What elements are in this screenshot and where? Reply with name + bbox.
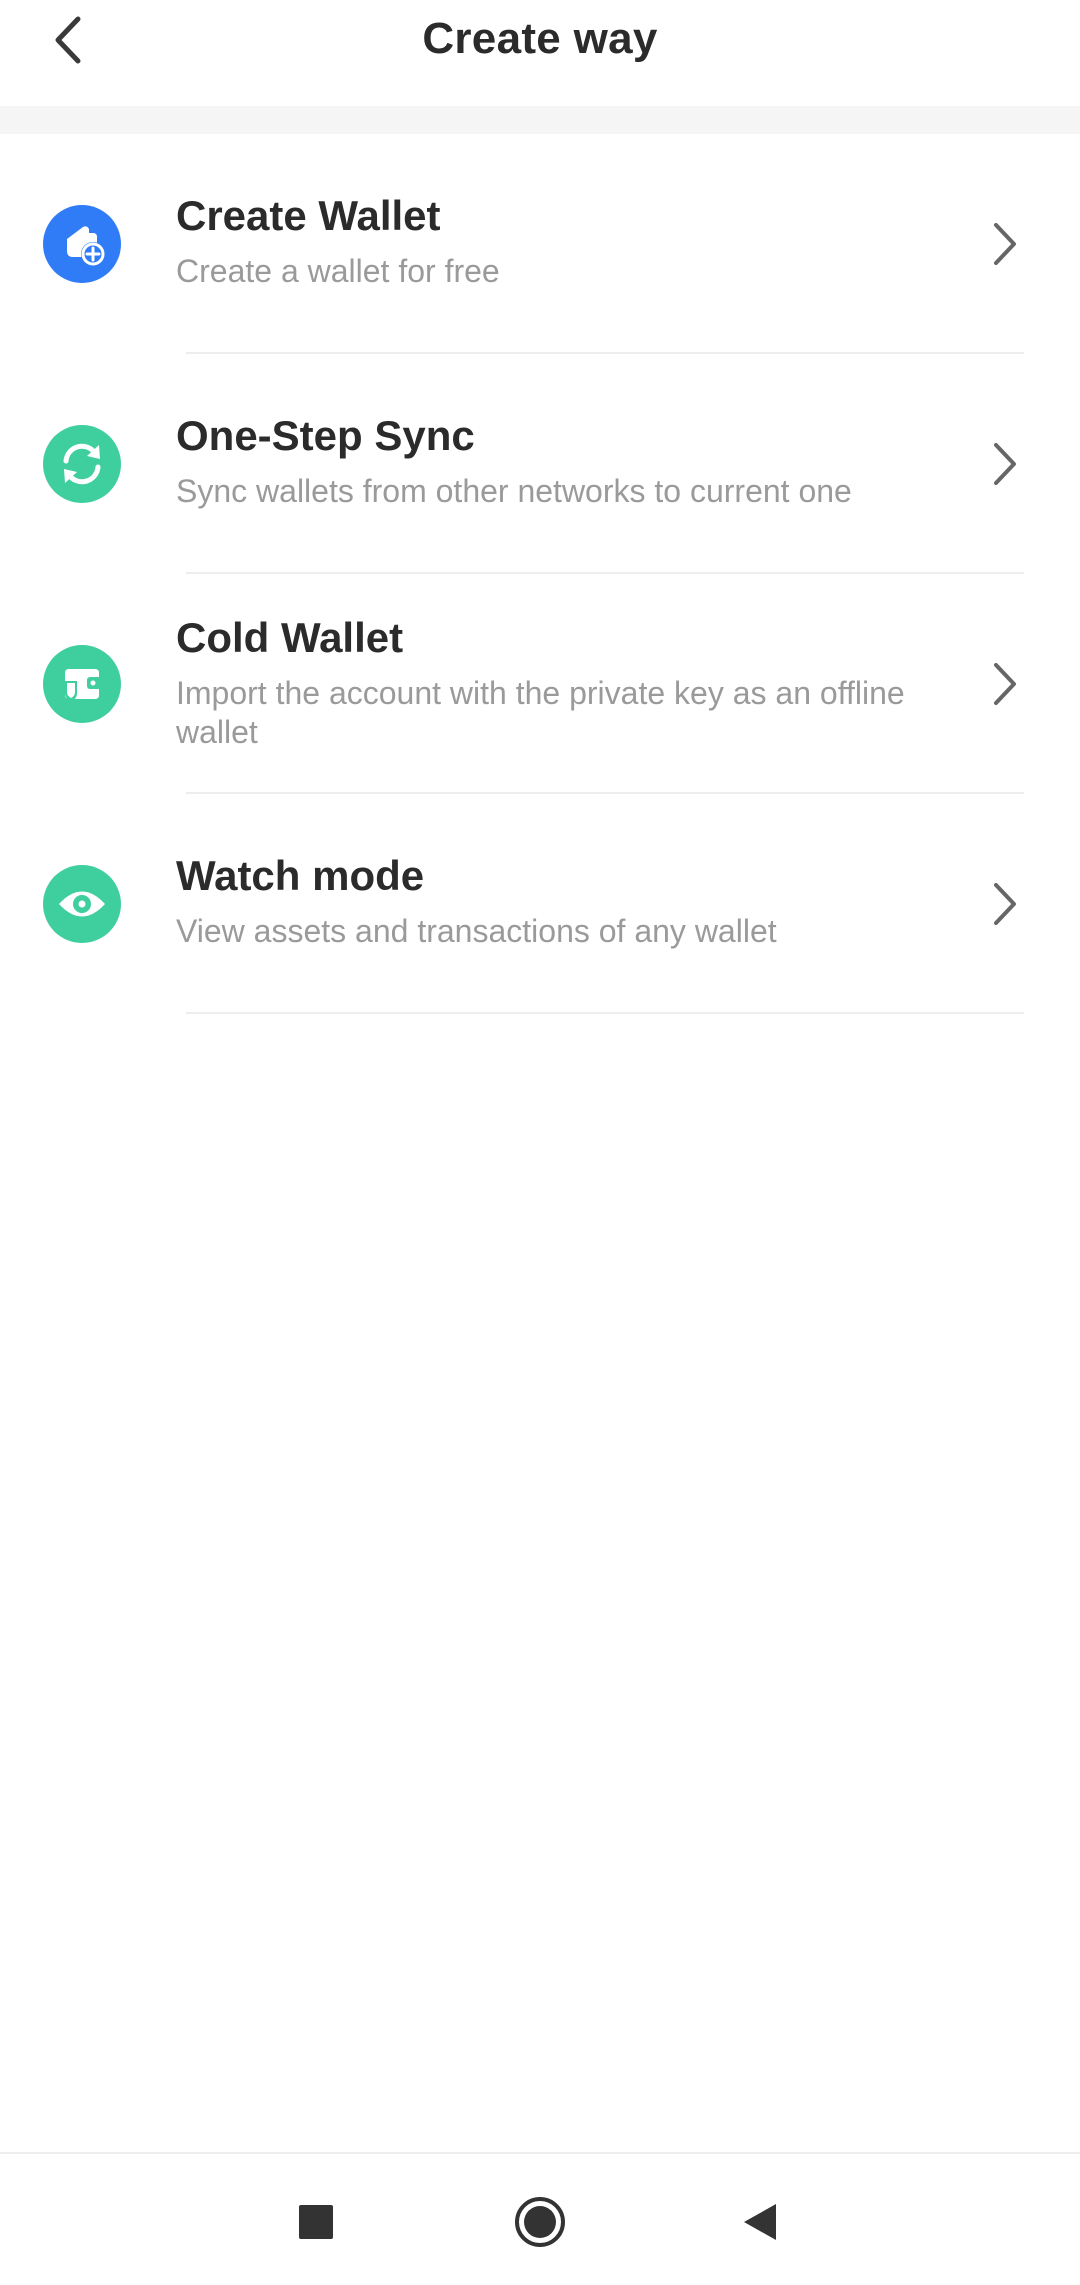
option-watch-mode[interactable]: Watch mode View assets and transactions …: [0, 794, 1080, 1014]
option-title: Watch mode: [176, 852, 425, 899]
system-nav-bar: [0, 2152, 1080, 2285]
chevron-right-icon: [985, 874, 1025, 934]
circle-icon: [515, 2197, 565, 2247]
option-subtitle: Import the account with the private key …: [176, 675, 905, 750]
option-title: Cold Wallet: [176, 614, 404, 661]
app-header: Create way: [0, 0, 1080, 106]
option-title: Create Wallet: [176, 192, 441, 239]
eye-icon: [43, 865, 121, 943]
header-separator: [0, 106, 1080, 134]
recents-button[interactable]: [286, 2192, 346, 2252]
wallet-add-icon: [43, 205, 121, 283]
chevron-right-icon: [985, 214, 1025, 274]
option-subtitle: Create a wallet for free: [176, 253, 500, 289]
page-title: Create way: [422, 14, 658, 63]
divider: [186, 1012, 1024, 1014]
option-create-wallet[interactable]: Create Wallet Create a wallet for free: [0, 134, 1080, 354]
square-icon: [299, 2205, 333, 2239]
option-subtitle: Sync wallets from other networks to curr…: [176, 473, 852, 509]
chevron-right-icon: [985, 654, 1025, 714]
triangle-back-icon: [744, 2204, 776, 2240]
sync-icon: [43, 425, 121, 503]
option-subtitle: View assets and transactions of any wall…: [176, 913, 777, 949]
back-nav-button[interactable]: [730, 2192, 790, 2252]
option-title: One-Step Sync: [176, 412, 475, 459]
cold-wallet-shield-icon: [43, 645, 121, 723]
home-button[interactable]: [510, 2192, 570, 2252]
option-cold-wallet[interactable]: Cold Wallet Import the account with the …: [0, 574, 1080, 794]
option-one-step-sync[interactable]: One-Step Sync Sync wallets from other ne…: [0, 354, 1080, 574]
chevron-right-icon: [985, 434, 1025, 494]
